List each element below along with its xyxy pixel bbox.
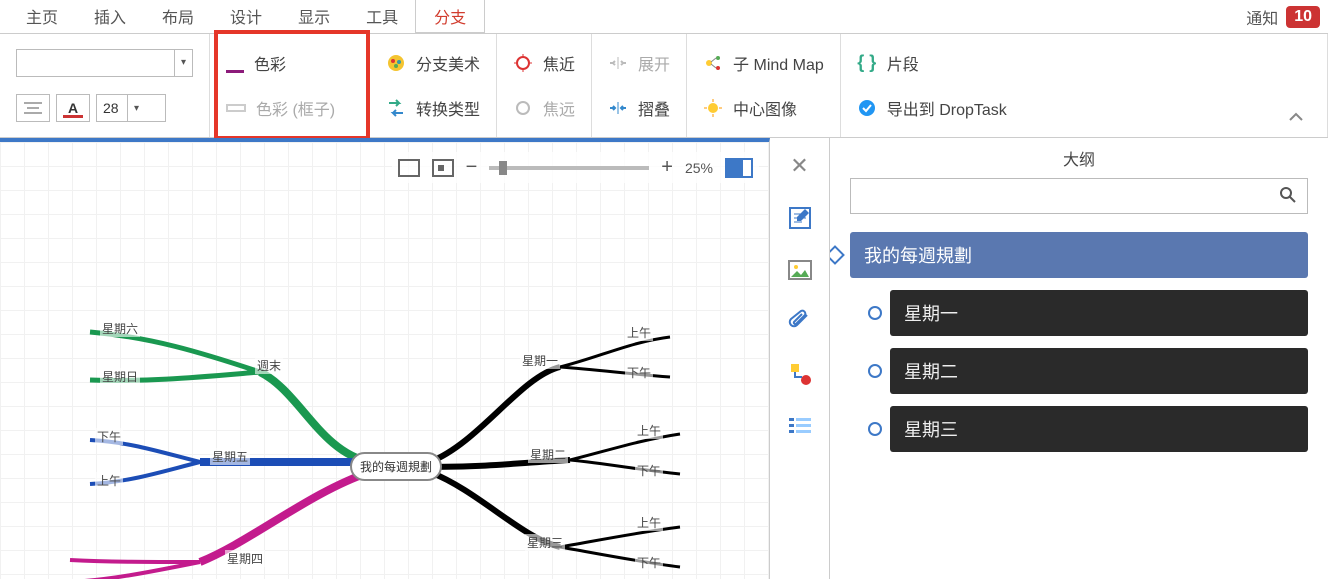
tab-insert[interactable]: 插入	[76, 0, 144, 36]
ribbon-group-branch-art: 分支美术 转换类型	[370, 34, 497, 137]
branch-mon-am[interactable]: 上午	[625, 324, 653, 341]
branch-sat[interactable]: 星期六	[100, 320, 140, 337]
focus-near-icon	[513, 53, 533, 73]
central-node[interactable]: 我的每週規劃	[350, 452, 442, 481]
collapse-button[interactable]: 摺叠	[608, 96, 670, 120]
ribbon-group-expand: 展开 摺叠	[592, 34, 687, 137]
convert-type-icon	[386, 98, 406, 118]
color-icon	[226, 53, 244, 73]
collapse-icon	[608, 98, 628, 118]
convert-type-label: 转换类型	[416, 96, 480, 120]
expand-icon	[608, 53, 628, 73]
font-size-select[interactable]: 28▾	[96, 94, 166, 122]
tab-layout[interactable]: 布局	[144, 0, 212, 36]
ribbon-group-fragment: { } 片段 导出到 DropTask	[841, 34, 1328, 137]
collapse-label: 摺叠	[638, 96, 670, 120]
color-box-icon	[226, 104, 246, 112]
tab-view[interactable]: 显示	[280, 0, 348, 36]
color-box-label: 色彩 (框子)	[256, 96, 335, 120]
ribbon-group-sub: 子 Mind Map 中心图像	[687, 34, 841, 137]
focus-far-label: 焦远	[543, 96, 575, 120]
tab-tools[interactable]: 工具	[348, 0, 416, 36]
workspace: − + 25%	[0, 138, 1328, 579]
ribbon-group-font: ▾ A 28▾	[0, 34, 210, 137]
branch-sun[interactable]: 星期日	[100, 368, 140, 385]
color-button[interactable]: 色彩	[226, 51, 353, 75]
export-droptask-label: 导出到 DropTask	[887, 96, 1007, 120]
sub-mindmap-button[interactable]: 子 Mind Map	[703, 51, 824, 75]
outline-panel: 大纲 我的每週規劃 星期一 星期二 星期三	[830, 138, 1328, 579]
focus-near-label: 焦近	[543, 51, 575, 75]
branch-art-label: 分支美术	[416, 51, 480, 75]
outline-root[interactable]: 我的每週規劃	[850, 232, 1308, 278]
branch-mon-pm[interactable]: 下午	[625, 364, 653, 381]
search-icon	[1279, 186, 1297, 207]
branch-fri[interactable]: 星期五	[210, 448, 250, 465]
branch-mon[interactable]: 星期一	[520, 352, 560, 369]
fragment-button[interactable]: { } 片段	[857, 51, 1311, 75]
tab-branch[interactable]: 分支	[416, 0, 484, 36]
expand-label: 展开	[638, 51, 670, 75]
font-color-icon[interactable]: A	[56, 94, 90, 122]
fragment-label: 片段	[887, 51, 919, 75]
branch-art-icon	[386, 53, 406, 73]
align-icon[interactable]	[16, 94, 50, 122]
notifications[interactable]: 通知 10	[1246, 5, 1320, 29]
ribbon-group-color: 色彩 色彩 (框子)	[210, 34, 370, 137]
center-image-label: 中心图像	[733, 96, 797, 120]
branch-icon[interactable]	[784, 358, 816, 390]
branch-wed-pm[interactable]: 下午	[635, 554, 663, 571]
branch-art-button[interactable]: 分支美术	[386, 51, 480, 75]
tab-design[interactable]: 设计	[212, 0, 280, 36]
outline-item[interactable]: 星期一	[890, 290, 1308, 336]
font-size-value: 28	[97, 100, 127, 116]
export-droptask-button[interactable]: 导出到 DropTask	[857, 96, 1311, 120]
ribbon-group-focus: 焦近 焦远	[497, 34, 592, 137]
outline-search-input[interactable]	[850, 178, 1308, 214]
center-image-icon	[703, 98, 723, 118]
ribbon-expand-caret-icon[interactable]	[1289, 109, 1317, 129]
outline-item[interactable]: 星期二	[890, 348, 1308, 394]
branch-tue-pm[interactable]: 下午	[635, 462, 663, 479]
fragment-icon: { }	[857, 53, 877, 73]
notifications-label: 通知	[1246, 5, 1278, 29]
tab-home[interactable]: 主页	[8, 0, 76, 36]
sub-mindmap-icon	[703, 53, 723, 73]
branch-weekend[interactable]: 週末	[255, 357, 283, 374]
color-label: 色彩	[254, 51, 286, 75]
attachment-icon[interactable]	[784, 306, 816, 338]
export-droptask-icon	[857, 98, 877, 118]
branch-tue[interactable]: 星期二	[528, 446, 568, 463]
branch-fri-am[interactable]: 上午	[95, 472, 123, 489]
outline-item[interactable]: 星期三	[890, 406, 1308, 452]
ribbon: ▾ A 28▾ 色彩 色彩 (框子)	[0, 34, 1328, 138]
focus-near-button[interactable]: 焦近	[513, 51, 575, 75]
list-icon[interactable]	[784, 410, 816, 442]
branch-tue-am[interactable]: 上午	[635, 422, 663, 439]
center-image-button[interactable]: 中心图像	[703, 96, 824, 120]
notifications-badge: 10	[1286, 6, 1320, 28]
menu-bar: 主页 插入 布局 设计 显示 工具 分支 通知 10	[0, 0, 1328, 34]
outline-tree: 我的每週規劃 星期一 星期二 星期三	[830, 224, 1328, 460]
branch-wed[interactable]: 星期三	[525, 534, 565, 551]
font-family-select[interactable]: ▾	[16, 49, 193, 77]
branch-wed-am[interactable]: 上午	[635, 514, 663, 531]
branch-thu[interactable]: 星期四	[225, 550, 265, 567]
expand-button[interactable]: 展开	[608, 51, 670, 75]
notes-icon[interactable]	[784, 202, 816, 234]
close-panel-button[interactable]: ✕	[784, 150, 816, 182]
focus-far-icon	[513, 98, 533, 118]
branch-fri-pm[interactable]: 下午	[95, 428, 123, 445]
side-dock: ✕	[770, 138, 830, 579]
mindmap-canvas[interactable]: − + 25%	[0, 138, 770, 579]
color-box-button[interactable]: 色彩 (框子)	[226, 96, 353, 120]
image-icon[interactable]	[784, 254, 816, 286]
outline-title: 大纲	[830, 138, 1328, 178]
focus-far-button[interactable]: 焦远	[513, 96, 575, 120]
convert-type-button[interactable]: 转换类型	[386, 96, 480, 120]
sub-mindmap-label: 子 Mind Map	[733, 51, 824, 75]
